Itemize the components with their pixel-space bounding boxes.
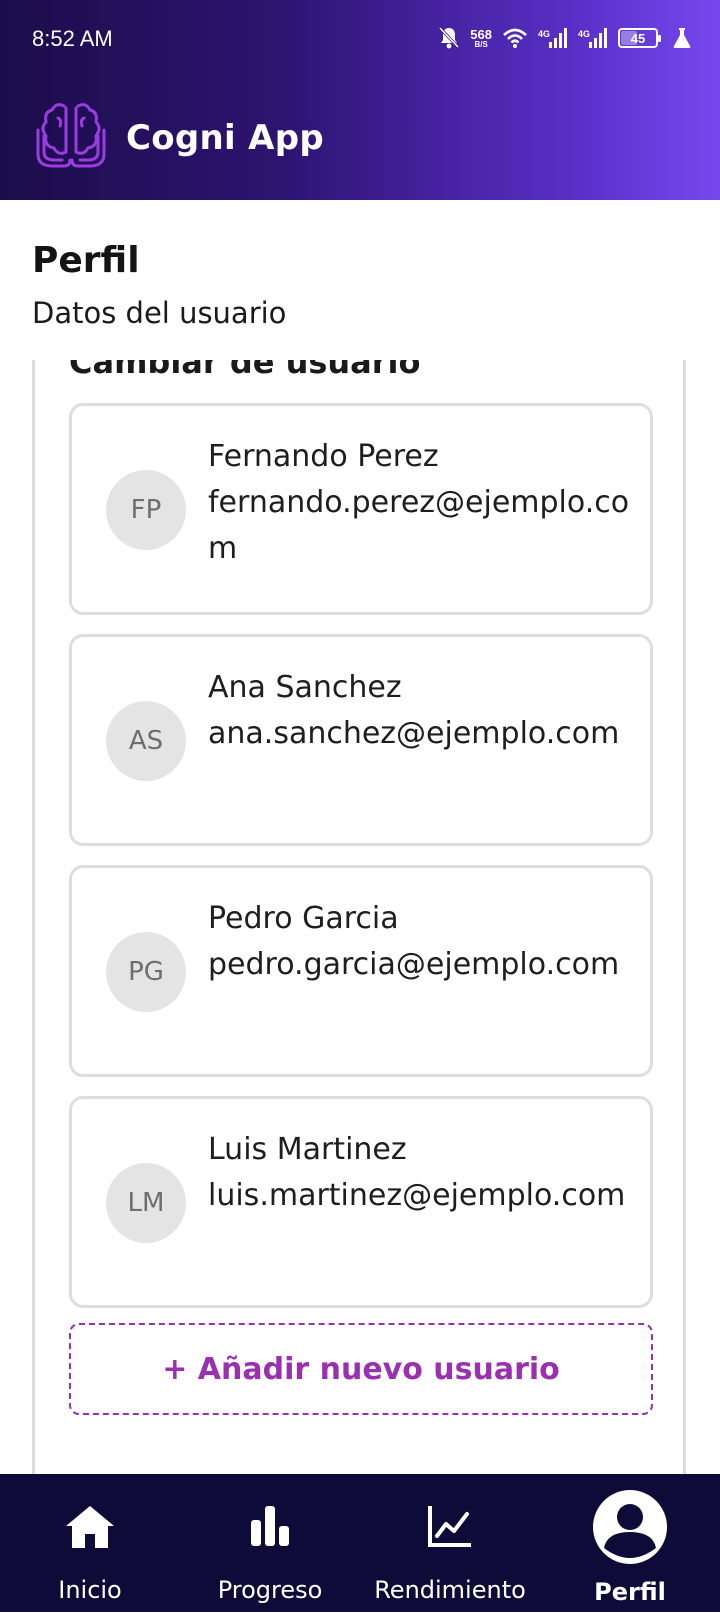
avatar: AS [106, 701, 186, 781]
user-info: Ana Sanchez ana.sanchez@ejemplo.com [208, 665, 638, 757]
battery-level: 45 [630, 30, 646, 46]
bottom-navigation: Inicio Progreso Rendimiento Perfil [0, 1474, 720, 1612]
user-name: Ana Sanchez [208, 670, 402, 705]
user-card[interactable]: LM Luis Martinez luis.martinez@ejemplo.c… [69, 1096, 653, 1308]
user-name: Pedro Garcia [208, 901, 399, 936]
wifi-icon [502, 27, 528, 49]
nav-item-rendimiento[interactable]: Rendimiento [370, 1474, 530, 1612]
network-speed-value: 568 [470, 26, 492, 42]
user-email: luis.martinez@ejemplo.com [208, 1178, 626, 1213]
brain-hands-logo [34, 100, 108, 176]
avatar: FP [106, 470, 186, 550]
line-chart-icon [427, 1504, 473, 1548]
user-name: Fernando Perez [208, 439, 439, 474]
user-email: pedro.garcia@ejemplo.com [208, 947, 620, 982]
nav-label: Rendimiento [374, 1576, 526, 1604]
bell-off-icon [438, 26, 460, 50]
app-title: Cogni App [126, 118, 325, 158]
status-time: 8:52 AM [32, 26, 113, 51]
user-name: Luis Martinez [208, 1132, 407, 1167]
user-card[interactable]: PG Pedro Garcia pedro.garcia@ejemplo.com [69, 865, 653, 1077]
status-bar: 8:52 AM 568 B/S 4G 4G 45 [0, 0, 720, 80]
nav-item-progreso[interactable]: Progreso [200, 1474, 340, 1612]
content-scroll-area[interactable]: Cambiar de usuario FP Fernando Perez fer… [32, 360, 688, 1474]
nav-item-inicio[interactable]: Inicio [30, 1474, 150, 1612]
nav-item-perfil[interactable]: Perfil [570, 1474, 690, 1612]
nav-label: Perfil [594, 1578, 666, 1606]
app-header: 8:52 AM 568 B/S 4G 4G 45 Cogni App [0, 0, 720, 200]
user-email: fernando.perez@ejemplo.com [208, 485, 630, 566]
user-email: ana.sanchez@ejemplo.com [208, 716, 620, 751]
home-icon [64, 1504, 116, 1550]
network-speed-unit: B/S [474, 39, 488, 49]
battery-icon: 45 [618, 28, 661, 48]
nav-label: Progreso [217, 1576, 323, 1604]
user-info: Fernando Perez fernando.perez@ejemplo.co… [208, 434, 638, 572]
switch-user-title: Cambiar de usuario [69, 360, 421, 381]
add-new-user-button[interactable]: + Añadir nuevo usuario [69, 1323, 653, 1415]
flask-icon [672, 27, 692, 49]
user-card[interactable]: FP Fernando Perez fernando.perez@ejemplo… [69, 403, 653, 615]
page-title: Perfil [32, 240, 140, 281]
nav-label: Inicio [58, 1576, 122, 1604]
user-info: Pedro Garcia pedro.garcia@ejemplo.com [208, 896, 638, 988]
avatar: PG [106, 932, 186, 1012]
user-card[interactable]: AS Ana Sanchez ana.sanchez@ejemplo.com [69, 634, 653, 846]
brand: Cogni App [34, 102, 324, 174]
bar-chart-icon [249, 1504, 291, 1548]
status-icons: 568 B/S 4G 4G 45 [438, 24, 692, 52]
user-info: Luis Martinez luis.martinez@ejemplo.com [208, 1127, 638, 1219]
network-speed: 568 B/S [470, 28, 492, 49]
profile-icon [593, 1490, 667, 1564]
page-subtitle: Datos del usuario [32, 296, 287, 330]
signal-icon: 4G [538, 27, 568, 49]
signal-icon: 4G [578, 27, 608, 49]
avatar: LM [106, 1163, 186, 1243]
switch-user-panel: Cambiar de usuario FP Fernando Perez fer… [32, 360, 686, 1474]
